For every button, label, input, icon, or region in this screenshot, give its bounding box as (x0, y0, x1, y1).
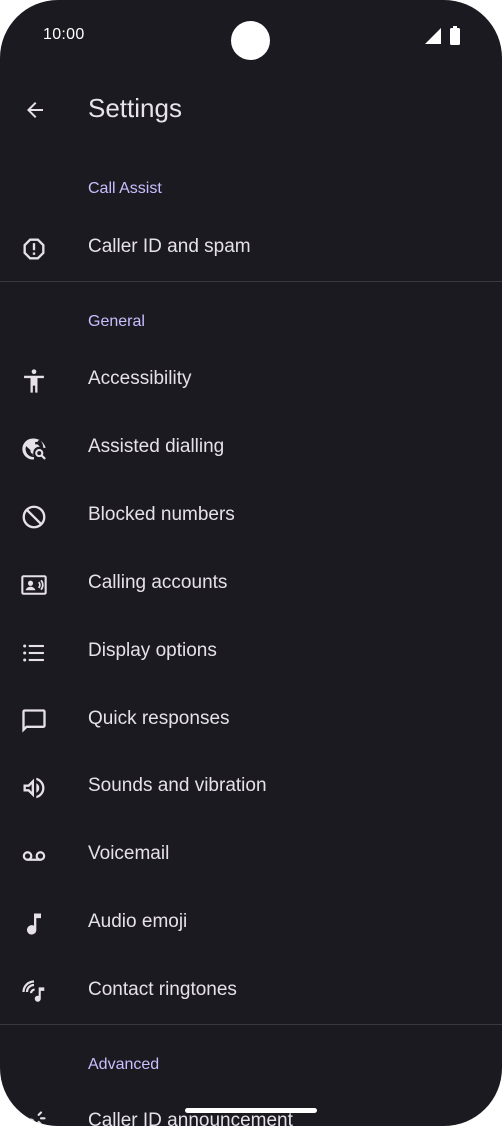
settings-row-caller-id-spam[interactable]: Caller ID and spam (0, 213, 502, 281)
signal-icon (425, 28, 441, 44)
contact-card-icon (20, 571, 48, 599)
back-button[interactable] (14, 89, 56, 131)
app-bar: Settings (0, 72, 502, 148)
settings-row-contact-ringtones[interactable]: Contact ringtones (0, 956, 502, 1024)
settings-row-label: Accessibility (88, 368, 192, 389)
settings-row-label: Calling accounts (88, 572, 228, 593)
settings-row-label: Audio emoji (88, 911, 188, 932)
settings-row-calling-accounts[interactable]: Calling accounts (0, 549, 502, 617)
section-divider (0, 281, 502, 282)
settings-row-label: Display options (88, 640, 217, 661)
settings-row-quick-responses[interactable]: Quick responses (0, 685, 502, 753)
section-header-general: General (88, 313, 145, 330)
battery-icon (450, 26, 460, 45)
volume-icon (20, 774, 48, 802)
settings-row-accessibility[interactable]: Accessibility (0, 345, 502, 413)
spam-alert-icon (20, 235, 48, 263)
settings-row-caller-id-announcement[interactable]: Caller ID announcement (0, 1087, 502, 1126)
section-header-call-assist: Call Assist (88, 180, 162, 197)
status-bar: 10:00 (0, 0, 502, 72)
settings-row-voicemail[interactable]: Voicemail (0, 820, 502, 888)
settings-row-label: Blocked numbers (88, 504, 235, 525)
ringtone-icon (20, 978, 48, 1006)
music-note-icon (20, 910, 48, 938)
settings-row-audio-emoji[interactable]: Audio emoji (0, 888, 502, 956)
section-header-advanced: Advanced (88, 1056, 160, 1073)
settings-row-label: Contact ringtones (88, 979, 237, 1000)
page-title: Settings (88, 93, 182, 123)
settings-row-assisted-dialling[interactable]: Assisted dialling (0, 413, 502, 481)
settings-row-sounds-vibration[interactable]: Sounds and vibration (0, 752, 502, 820)
settings-row-label: Caller ID and spam (88, 236, 251, 257)
section-divider (0, 1024, 502, 1025)
settings-row-label: Voicemail (88, 843, 170, 864)
list-icon (20, 639, 48, 667)
settings-row-blocked-numbers[interactable]: Blocked numbers (0, 481, 502, 549)
voicemail-icon (20, 842, 48, 870)
status-time: 10:00 (43, 26, 85, 43)
home-indicator[interactable] (185, 1108, 317, 1113)
arrow-back-icon (27, 102, 43, 118)
accessibility-icon (20, 367, 48, 395)
settings-row-label: Assisted dialling (88, 436, 225, 457)
chat-bubble-icon (20, 707, 48, 735)
settings-row-label: Quick responses (88, 708, 230, 729)
phone-screen: 10:00 Settings Call Assist Caller ID and… (0, 0, 502, 1126)
settings-row-label: Sounds and vibration (88, 775, 267, 796)
camera-cutout (231, 21, 270, 60)
block-icon (20, 503, 48, 531)
settings-row-display-options[interactable]: Display options (0, 617, 502, 685)
globe-search-icon (20, 435, 48, 463)
announcement-icon (20, 1109, 48, 1126)
